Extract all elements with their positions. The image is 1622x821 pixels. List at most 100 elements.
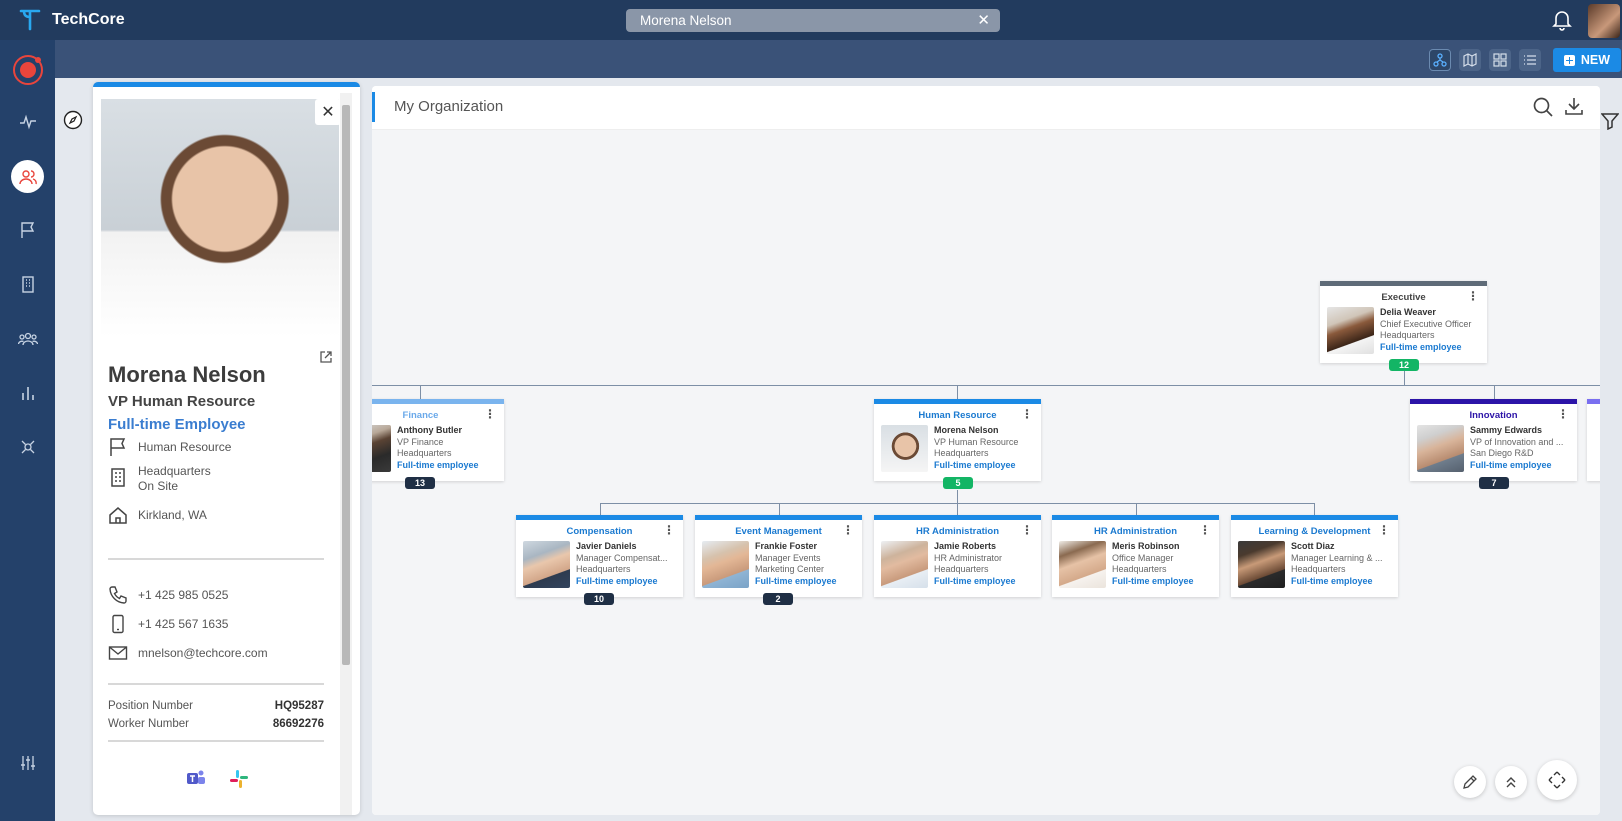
- rail-settings[interactable]: [13, 748, 43, 778]
- mobile-row[interactable]: +1 425 567 1635: [108, 614, 228, 634]
- view-grid-button[interactable]: [1489, 49, 1511, 71]
- card-type: Full-time employee: [397, 459, 479, 470]
- profile-scrollbar[interactable]: [340, 93, 352, 815]
- reports-count-badge[interactable]: 10: [584, 593, 614, 605]
- org-canvas[interactable]: Executive ⋮ Delia Weaver Chief Executive…: [372, 130, 1600, 815]
- org-card-hr-administration-1[interactable]: HR Administration ⋮ Jamie Roberts HR Adm…: [874, 515, 1041, 597]
- city-label: Kirkland, WA: [138, 508, 207, 522]
- department-row: Human Resource: [108, 437, 231, 457]
- org-card-executive[interactable]: Executive ⋮ Delia Weaver Chief Executive…: [1320, 281, 1487, 363]
- card-name: Meris Robinson: [1112, 541, 1180, 551]
- org-card-event-management[interactable]: Event Management ⋮ Frankie Foster Manage…: [695, 515, 862, 597]
- rail-integrations[interactable]: [13, 432, 43, 462]
- user-avatar[interactable]: [1588, 4, 1620, 38]
- reports-count-badge[interactable]: 12: [1389, 359, 1419, 371]
- filter-icon[interactable]: [1601, 112, 1619, 130]
- external-link-icon[interactable]: [319, 350, 333, 364]
- rail-analytics[interactable]: [13, 378, 43, 408]
- org-chart-panel: My Organization Executive ⋮ Delia Weaver…: [372, 86, 1600, 815]
- card-location: Headquarters: [1291, 564, 1346, 574]
- more-options-icon[interactable]: ⋮: [1467, 289, 1479, 303]
- org-card-compensation[interactable]: Compensation ⋮ Javier Daniels Manager Co…: [516, 515, 683, 597]
- card-location: San Diego R&D: [1470, 448, 1534, 458]
- orbit-logo-icon[interactable]: [10, 52, 46, 88]
- search-input[interactable]: Morena Nelson ✕: [626, 9, 1000, 32]
- fit-screen-button[interactable]: [1537, 760, 1577, 800]
- more-options-icon[interactable]: ⋮: [663, 523, 675, 537]
- org-card-hr-administration-2[interactable]: HR Administration ⋮ Meris Robinson Offic…: [1052, 515, 1219, 597]
- department-label: Human Resource: [138, 440, 232, 454]
- position-number-label: Position Number: [108, 700, 194, 712]
- card-title: Chief Executive Officer: [1380, 318, 1472, 329]
- card-title: VP Finance: [397, 436, 444, 447]
- slack-icon[interactable]: [229, 769, 249, 789]
- divider: [108, 683, 324, 685]
- view-list-button[interactable]: [1519, 49, 1541, 71]
- card-location: Headquarters: [934, 448, 989, 458]
- card-location: Headquarters: [576, 564, 631, 574]
- org-card-partial[interactable]: [1587, 399, 1600, 481]
- view-orgchart-button[interactable]: [1429, 49, 1451, 71]
- clear-search-icon[interactable]: ✕: [977, 11, 990, 29]
- edit-button[interactable]: [1454, 766, 1486, 798]
- location-line1: Headquarters: [138, 464, 211, 478]
- org-card-innovation[interactable]: Innovation ⋮ Sammy Edwards VP of Innovat…: [1410, 399, 1577, 481]
- reports-count-badge[interactable]: 7: [1479, 477, 1509, 489]
- phone-row[interactable]: +1 425 985 0525: [108, 585, 228, 605]
- rail-people[interactable]: [11, 160, 44, 193]
- reports-count-badge[interactable]: 5: [943, 477, 973, 489]
- org-card-learning-development[interactable]: Learning & Development ⋮ Scott Diaz Mana…: [1231, 515, 1398, 597]
- close-profile-button[interactable]: ✕: [315, 99, 341, 125]
- new-button-label: NEW: [1580, 53, 1611, 67]
- mobile-number[interactable]: +1 425 567 1635: [138, 614, 228, 632]
- more-options-icon[interactable]: ⋮: [484, 407, 496, 421]
- org-card-human-resource[interactable]: Human Resource ⋮ Morena Nelson VP Human …: [874, 399, 1041, 481]
- download-icon[interactable]: [1564, 96, 1584, 116]
- rail-teams[interactable]: [13, 324, 43, 354]
- reports-count-badge[interactable]: 2: [763, 593, 793, 605]
- more-options-icon[interactable]: ⋮: [1378, 523, 1390, 537]
- org-card-finance[interactable]: Finance ⋮ Anthony Butler VP Finance Head…: [372, 399, 504, 481]
- employee-photo: [1238, 541, 1285, 588]
- search-icon[interactable]: [1532, 96, 1554, 118]
- email-address[interactable]: mnelson@techcore.com: [138, 643, 268, 661]
- card-title: Manager Events: [755, 552, 821, 563]
- view-map-button[interactable]: [1459, 49, 1481, 71]
- collapse-button[interactable]: [1495, 766, 1527, 798]
- email-row[interactable]: mnelson@techcore.com: [108, 643, 268, 663]
- more-options-icon[interactable]: ⋮: [842, 523, 854, 537]
- rail-goals[interactable]: [13, 215, 43, 245]
- teams-icon[interactable]: [186, 769, 206, 787]
- connector-line: [957, 385, 959, 399]
- card-name: Javier Daniels: [576, 541, 637, 551]
- search-value: Morena Nelson: [640, 13, 732, 28]
- new-button[interactable]: NEW: [1553, 48, 1621, 72]
- profile-name: Morena Nelson: [108, 362, 266, 387]
- rail-activity[interactable]: [13, 107, 43, 137]
- bar-chart-icon: [22, 387, 34, 400]
- reports-count-badge[interactable]: 13: [405, 477, 435, 489]
- scrollbar-thumb[interactable]: [342, 105, 350, 665]
- card-title: Office Manager: [1112, 552, 1174, 563]
- more-options-icon[interactable]: ⋮: [1021, 407, 1033, 421]
- people-icon: [18, 169, 37, 184]
- more-options-icon[interactable]: ⋮: [1199, 523, 1211, 537]
- worker-number-value: 86692276: [272, 718, 324, 730]
- card-title: Manager Compensat...: [576, 552, 668, 563]
- more-options-icon[interactable]: ⋮: [1557, 407, 1569, 421]
- card-name: Morena Nelson: [934, 425, 999, 435]
- card-title: VP of Innovation and ...: [1470, 436, 1564, 447]
- phone-number[interactable]: +1 425 985 0525: [138, 585, 228, 603]
- profile-panel: ✕ Morena Nelson VP Human Resource Full-t…: [93, 82, 360, 815]
- card-location: Headquarters: [934, 564, 989, 574]
- brand[interactable]: TechCore: [18, 8, 125, 32]
- compass-icon[interactable]: [63, 110, 83, 130]
- profile-employment-type: Full-time Employee: [108, 416, 246, 433]
- card-type: Full-time employee: [1470, 459, 1552, 470]
- divider: [108, 740, 324, 742]
- connector-line: [1136, 503, 1138, 515]
- rail-buildings[interactable]: [13, 269, 43, 299]
- card-department: Learning & Development: [1258, 526, 1371, 537]
- more-options-icon[interactable]: ⋮: [1021, 523, 1033, 537]
- bell-icon[interactable]: [1552, 9, 1572, 31]
